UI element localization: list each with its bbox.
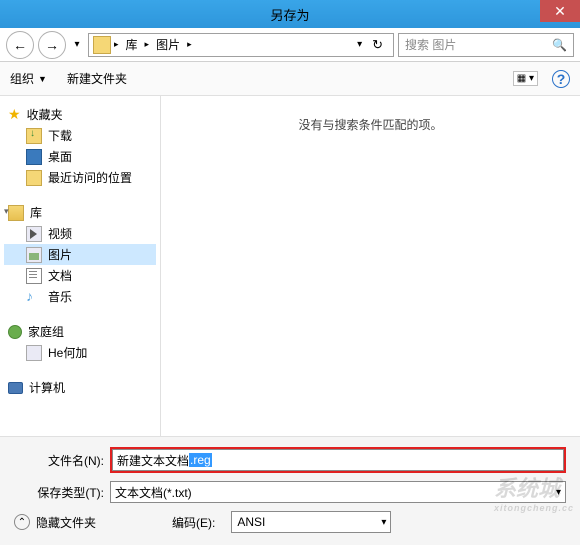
encoding-value: ANSI	[237, 515, 265, 529]
bottom-panel: 文件名(N): 新建文本文档.reg 保存类型(T): 文本文档(*.txt) …	[0, 436, 580, 545]
organize-label: 组织	[10, 70, 34, 87]
address-bar[interactable]: ▸ 库 ▸ 图片 ▸ ▾ ↻	[88, 33, 394, 57]
forward-button[interactable]: →	[38, 31, 66, 59]
filetype-value: 文本文档(*.txt)	[115, 484, 192, 501]
hide-folders-button[interactable]: ⌃ 隐藏文件夹	[14, 514, 96, 531]
sidebar-item-music[interactable]: ♪ 音乐	[4, 286, 156, 307]
sidebar-item-label: 文档	[48, 267, 72, 284]
new-folder-label: 新建文件夹	[67, 70, 127, 87]
sidebar-item-desktop[interactable]: 桌面	[4, 146, 156, 167]
sidebar-item-label: 下载	[48, 127, 72, 144]
empty-message: 没有与搜索条件匹配的项。	[298, 118, 442, 132]
expand-icon[interactable]: ▾	[4, 206, 9, 217]
sidebar-item-documents[interactable]: 文档	[4, 265, 156, 286]
search-placeholder: 搜索 图片	[405, 36, 552, 53]
breadcrumb-caret: ▸	[142, 39, 153, 50]
filename-selection: .reg	[189, 453, 212, 467]
favorites-header[interactable]: ★ 收藏夹	[4, 104, 156, 125]
filetype-combo[interactable]: 文本文档(*.txt) ▾	[110, 481, 566, 503]
favorites-label: 收藏夹	[27, 106, 63, 123]
download-icon	[26, 128, 42, 144]
breadcrumb-seg[interactable]: 库	[122, 36, 142, 53]
sidebar-item-user[interactable]: He何加	[4, 342, 156, 363]
chevron-down-icon: ▾	[556, 487, 561, 498]
close-button[interactable]: ✕	[540, 0, 580, 22]
refresh-button[interactable]: ↻	[366, 37, 389, 53]
recent-icon	[26, 170, 42, 186]
address-dropdown[interactable]: ▾	[353, 39, 366, 50]
user-icon	[26, 345, 42, 361]
sidebar-item-recent[interactable]: 最近访问的位置	[4, 167, 156, 188]
sidebar-item-label: 图片	[48, 246, 72, 263]
sidebar-item-label: 音乐	[48, 288, 72, 305]
computer-group: 计算机	[4, 377, 156, 398]
encoding-combo[interactable]: ANSI ▾	[231, 511, 391, 533]
libraries-header[interactable]: 库	[4, 202, 156, 223]
filename-label: 文件名(N):	[14, 452, 104, 469]
filename-text: 新建文本文档	[117, 452, 189, 469]
help-button[interactable]: ?	[552, 70, 570, 88]
desktop-icon	[26, 149, 42, 165]
computer-label: 计算机	[29, 379, 65, 396]
favorites-group: ★ 收藏夹 下载 桌面 最近访问的位置	[4, 104, 156, 188]
window-title: 另存为	[270, 5, 309, 24]
sidebar-item-label: 最近访问的位置	[48, 169, 132, 186]
homegroup-group: 家庭组 He何加	[4, 321, 156, 363]
chevron-down-icon: ▾	[381, 517, 386, 528]
content-pane: 没有与搜索条件匹配的项。	[161, 96, 580, 436]
body-area: ★ 收藏夹 下载 桌面 最近访问的位置 ▾ 库 视频 图片 文档 ♪ 音乐 家庭组…	[0, 96, 580, 436]
breadcrumb-caret: ▸	[184, 39, 195, 50]
nav-bar: ← → ▾ ▸ 库 ▸ 图片 ▸ ▾ ↻ 搜索 图片 🔍	[0, 28, 580, 62]
sidebar-item-label: He何加	[48, 344, 87, 361]
hide-folders-label: 隐藏文件夹	[36, 514, 96, 531]
homegroup-header[interactable]: 家庭组	[4, 321, 156, 342]
filename-highlight: 新建文本文档.reg	[110, 447, 566, 473]
history-dropdown[interactable]: ▾	[70, 39, 84, 50]
sidebar-item-videos[interactable]: 视频	[4, 223, 156, 244]
computer-icon	[8, 382, 23, 394]
libraries-label: 库	[30, 204, 42, 221]
sidebar-item-pictures[interactable]: 图片	[4, 244, 156, 265]
computer-header[interactable]: 计算机	[4, 377, 156, 398]
title-bar: 另存为 ✕	[0, 0, 580, 28]
star-icon: ★	[8, 106, 21, 123]
view-options[interactable]: ▦ ▾	[513, 71, 538, 86]
music-icon: ♪	[26, 289, 42, 305]
sidebar-item-label: 视频	[48, 225, 72, 242]
new-folder-button[interactable]: 新建文件夹	[67, 70, 127, 87]
breadcrumb-caret: ▸	[111, 39, 122, 50]
filetype-label: 保存类型(T):	[14, 484, 104, 501]
library-icon	[8, 205, 24, 221]
homegroup-icon	[8, 325, 22, 339]
back-button[interactable]: ←	[6, 31, 34, 59]
sidebar-item-downloads[interactable]: 下载	[4, 125, 156, 146]
toolbar: 组织 ▼ 新建文件夹 ▦ ▾ ?	[0, 62, 580, 96]
sidebar-item-label: 桌面	[48, 148, 72, 165]
picture-icon	[26, 247, 42, 263]
search-input[interactable]: 搜索 图片 🔍	[398, 33, 574, 57]
video-icon	[26, 226, 42, 242]
libraries-group: ▾ 库 视频 图片 文档 ♪ 音乐	[4, 202, 156, 307]
encoding-label: 编码(E):	[172, 514, 215, 531]
organize-menu[interactable]: 组织 ▼	[10, 70, 47, 87]
filename-input[interactable]: 新建文本文档.reg	[112, 449, 564, 471]
folder-icon	[93, 36, 111, 54]
search-icon: 🔍	[552, 38, 567, 52]
chevron-down-icon: ▼	[38, 74, 47, 84]
homegroup-label: 家庭组	[28, 323, 64, 340]
collapse-icon: ⌃	[14, 514, 30, 530]
breadcrumb-seg[interactable]: 图片	[152, 36, 184, 53]
document-icon	[26, 268, 42, 284]
sidebar: ★ 收藏夹 下载 桌面 最近访问的位置 ▾ 库 视频 图片 文档 ♪ 音乐 家庭组…	[0, 96, 160, 436]
